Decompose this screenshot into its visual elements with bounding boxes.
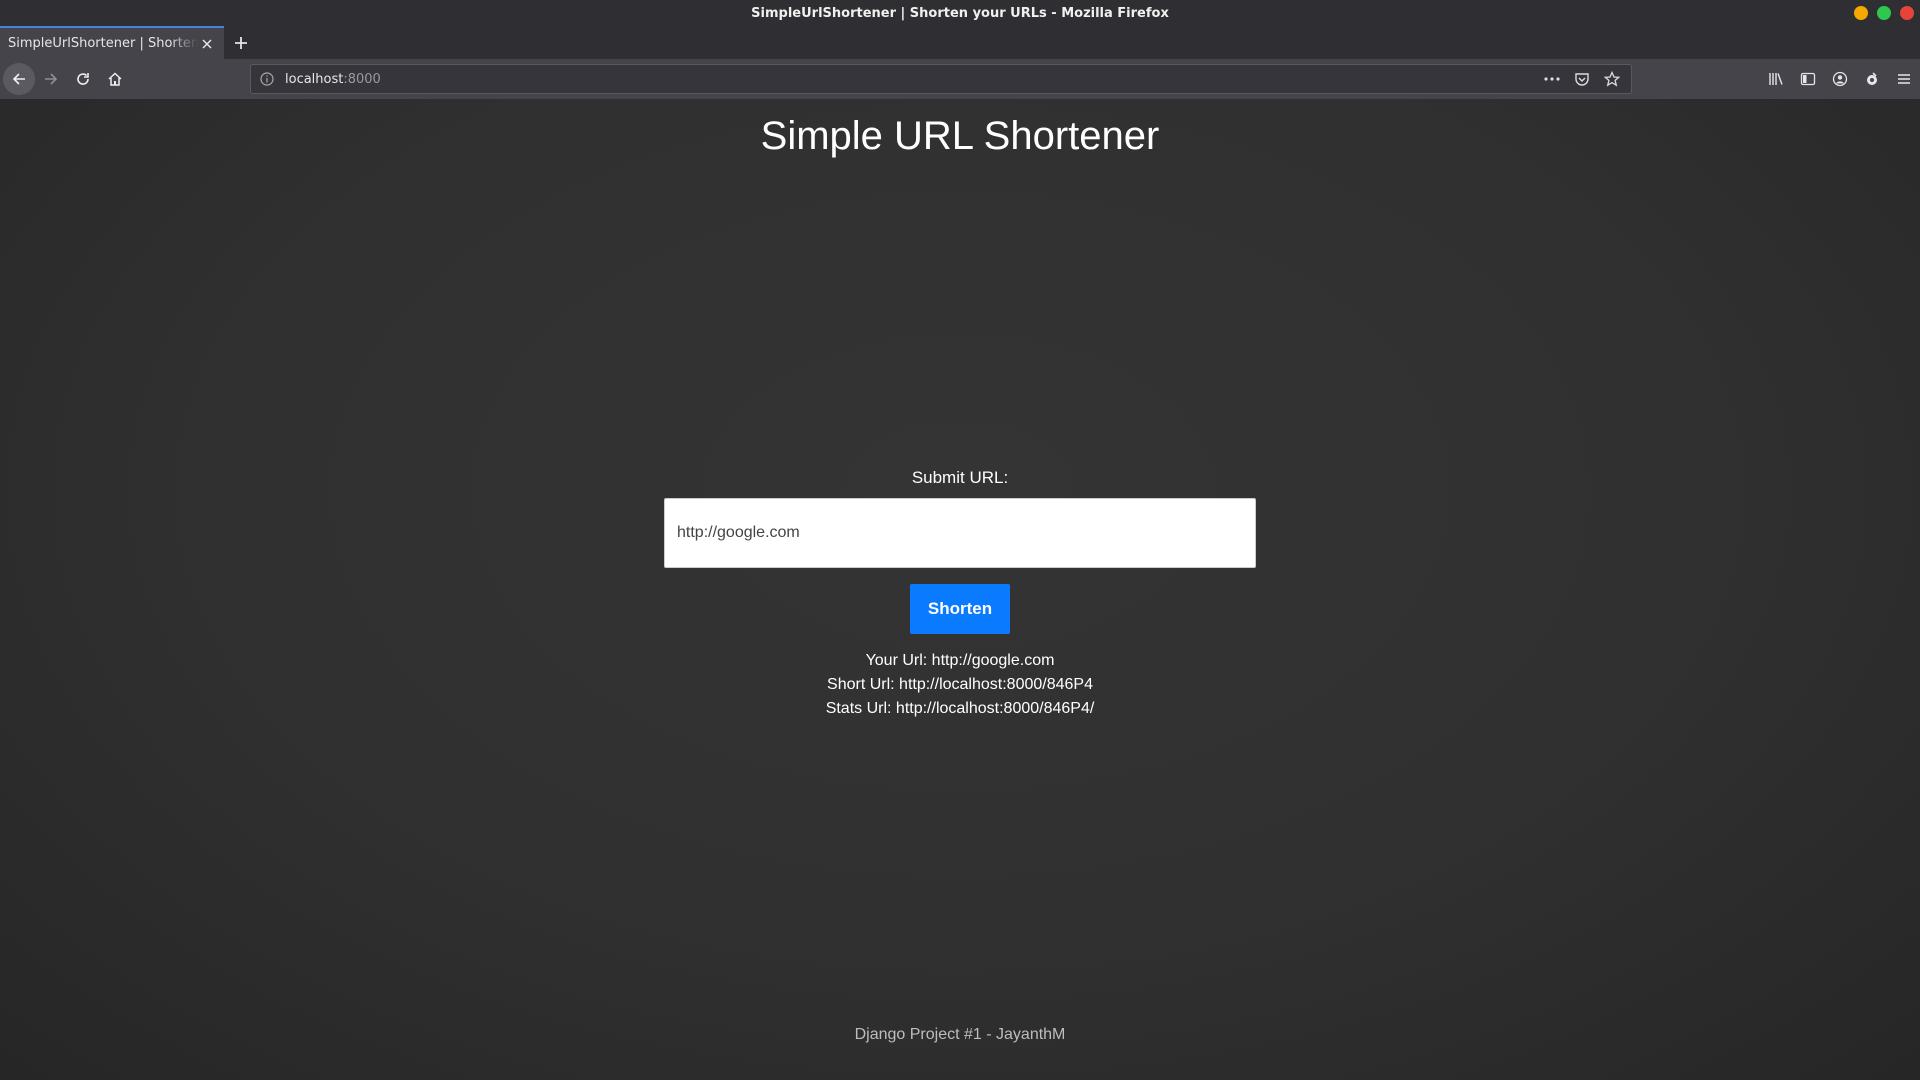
home-icon [108, 72, 122, 86]
arrow-right-icon [45, 73, 58, 85]
forward-button[interactable] [35, 63, 67, 95]
shorten-button[interactable]: Shorten [910, 584, 1010, 634]
home-button[interactable] [99, 63, 131, 95]
short-url-text: Short Url: http://localhost:8000/846P4 [827, 676, 1093, 693]
back-button[interactable] [3, 63, 35, 95]
close-tab-icon[interactable] [198, 35, 216, 53]
window-titlebar: SimpleUrlShortener | Shorten your URLs -… [0, 0, 1920, 26]
account-button[interactable] [1824, 63, 1856, 95]
extension-icon [1867, 72, 1877, 85]
page-content: Simple URL Shortener Submit URL: Shorten… [0, 99, 1920, 1080]
address-bar[interactable]: localhost:8000 [250, 64, 1632, 94]
account-icon [1832, 71, 1848, 87]
url-input[interactable] [664, 498, 1256, 568]
reload-icon [77, 73, 89, 85]
tab-label: SimpleUrlShortener | Shorten your URLs [8, 36, 198, 51]
bookmark-star-icon[interactable] [1601, 68, 1623, 90]
library-button[interactable] [1760, 63, 1792, 95]
window-controls [1854, 6, 1914, 20]
pocket-icon[interactable] [1571, 68, 1593, 90]
window-title: SimpleUrlShortener | Shorten your URLs -… [751, 5, 1169, 21]
url-text[interactable]: localhost:8000 [285, 72, 1541, 87]
plus-icon [235, 36, 247, 49]
menu-button[interactable] [1888, 63, 1920, 95]
navigation-toolbar: localhost:8000 [0, 59, 1920, 99]
new-tab-button[interactable] [224, 26, 258, 59]
submit-url-label: Submit URL: [911, 468, 1009, 487]
minimize-button[interactable] [1854, 6, 1868, 20]
url-actions [1541, 68, 1623, 90]
page-title: Simple URL Shortener [760, 114, 1160, 158]
sidebar-icon [1800, 72, 1816, 86]
stats-url-text: Stats Url: http://localhost:8000/846P4/ [825, 700, 1095, 717]
sidebar-button[interactable] [1792, 63, 1824, 95]
arrow-left-icon [12, 73, 25, 85]
browser-tab[interactable]: SimpleUrlShortener | Shorten your URLs [0, 26, 224, 59]
url-port: :8000 [343, 71, 381, 87]
page-actions-icon[interactable] [1541, 68, 1563, 90]
library-icon [1769, 73, 1783, 85]
extension-button[interactable] [1856, 63, 1888, 95]
info-icon[interactable] [259, 71, 275, 87]
tab-strip: SimpleUrlShortener | Shorten your URLs [0, 26, 1920, 59]
url-host: localhost [285, 71, 344, 87]
reload-button[interactable] [67, 63, 99, 95]
maximize-button[interactable] [1877, 6, 1891, 20]
toolbar-right [1760, 63, 1920, 95]
close-window-button[interactable] [1900, 6, 1914, 20]
page-footer: Django Project #1 - JayanthM [854, 1026, 1066, 1043]
your-url-text: Your Url: http://google.com [865, 652, 1055, 669]
hamburger-menu-icon [1898, 74, 1910, 84]
